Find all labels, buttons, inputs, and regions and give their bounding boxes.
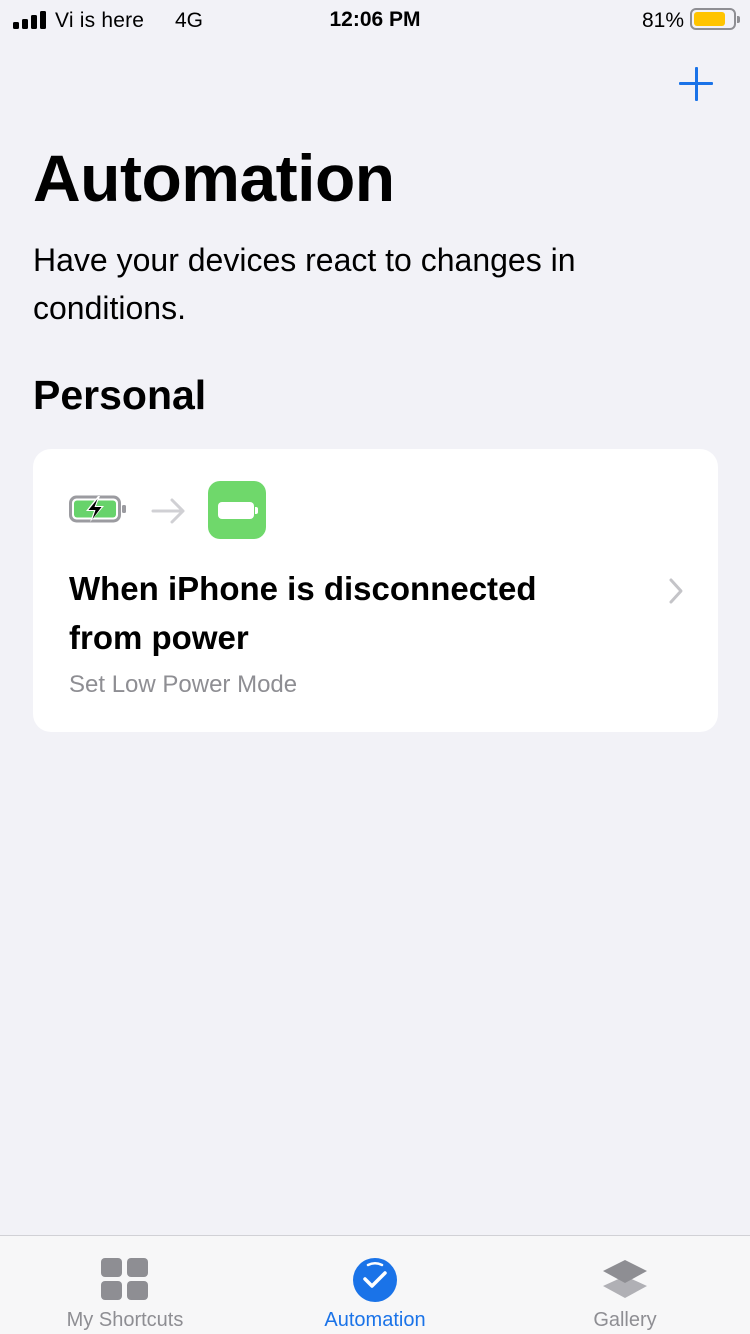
section-title-personal: Personal xyxy=(33,372,207,418)
tab-bar: My Shortcuts Automation Gallery xyxy=(0,1235,750,1334)
tab-label: Automation xyxy=(324,1309,426,1331)
automation-title: When iPhone is disconnected from power xyxy=(69,570,537,656)
battery-percentage: 81% xyxy=(641,9,684,32)
tab-automation[interactable]: Automation xyxy=(250,1236,500,1334)
automation-check-icon xyxy=(353,1258,397,1302)
tab-label: My Shortcuts xyxy=(66,1309,184,1331)
battery-icon xyxy=(690,8,740,30)
page-title: Automation xyxy=(33,141,395,215)
tab-my-shortcuts[interactable]: My Shortcuts xyxy=(0,1236,250,1334)
tab-gallery[interactable]: Gallery xyxy=(500,1236,750,1334)
grid-icon xyxy=(101,1258,148,1300)
page-subtitle: Have your devices react to changes in co… xyxy=(33,242,576,326)
automation-card[interactable]: When iPhone is disconnected from power S… xyxy=(33,449,718,732)
automation-action: Set Low Power Mode xyxy=(69,671,298,698)
battery-charging-icon xyxy=(69,495,126,523)
battery-level-fill xyxy=(694,12,725,26)
gallery-layers-icon xyxy=(603,1260,647,1298)
battery-icon xyxy=(208,481,266,539)
tab-label: Gallery xyxy=(593,1309,657,1331)
status-bar: Vi is here 4G 12:06 PM 81% xyxy=(0,0,750,40)
add-automation-button[interactable] xyxy=(674,62,718,106)
automation-screen: Vi is here 4G 12:06 PM 81% Automation Ha… xyxy=(0,0,750,1334)
chevron-right-icon xyxy=(669,578,683,604)
arrow-right-icon xyxy=(151,498,185,524)
status-time: 12:06 PM xyxy=(329,8,421,31)
